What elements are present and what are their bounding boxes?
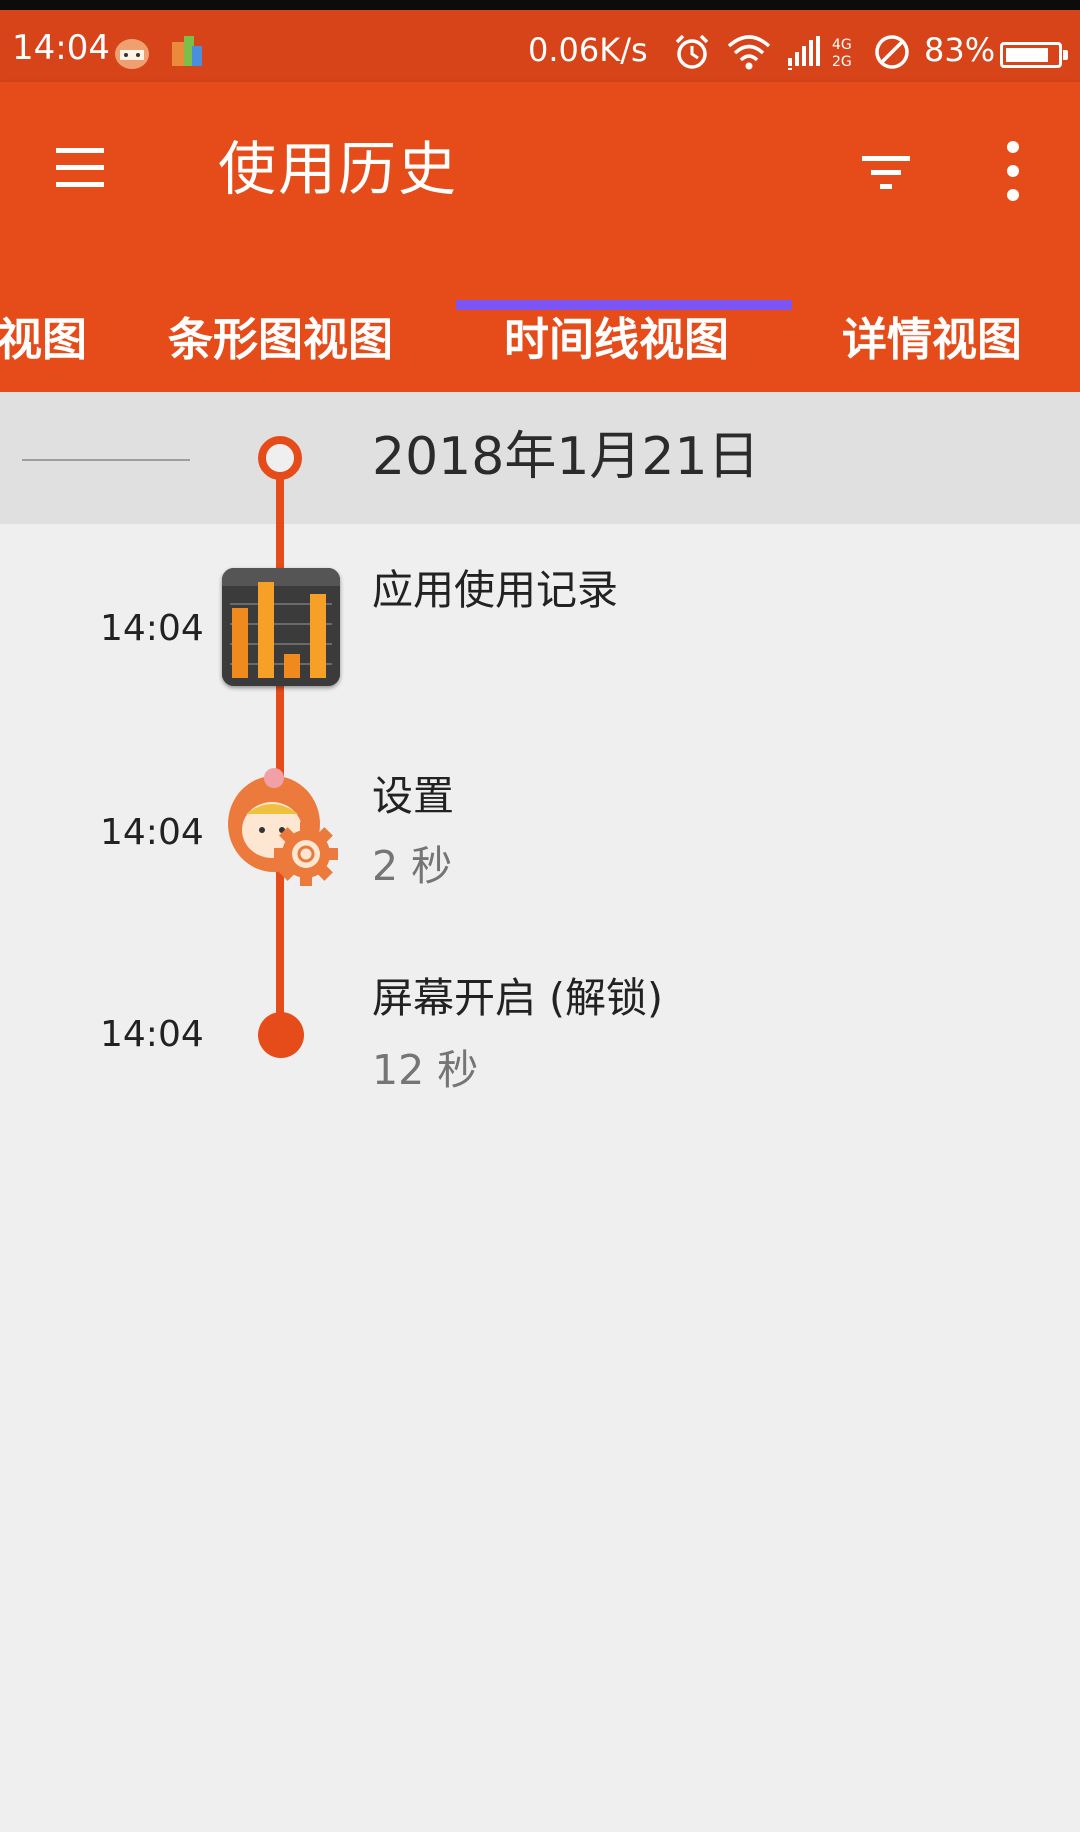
app-notification-icon — [172, 36, 202, 66]
battery-icon — [1000, 42, 1068, 68]
event-duration: 12 秒 — [372, 1046, 479, 1094]
umaru-notification-icon — [115, 39, 149, 69]
filter-icon[interactable] — [858, 142, 918, 202]
tab-bar-chart-view[interactable]: 条形图视图 — [168, 272, 393, 392]
app-bar: 使用历史 视图 条形图视图 时间线视图 详情视图 — [0, 82, 1080, 392]
event-time: 14:04 — [100, 812, 204, 853]
timeline-line — [276, 462, 284, 1032]
tab-details-view[interactable]: 详情视图 — [842, 272, 1022, 392]
date-label: 2018年1月21日 — [372, 427, 760, 487]
net-speed: 0.06K/s — [528, 31, 648, 69]
event-time: 14:04 — [100, 608, 204, 649]
tab-view-partial[interactable]: 视图 — [0, 272, 87, 392]
more-vert-icon[interactable] — [996, 137, 1032, 207]
event-title: 设置 — [372, 772, 454, 820]
wifi-icon — [727, 35, 771, 70]
event-title: 屏幕开启 (解锁) — [372, 974, 664, 1022]
tab-bar: 视图 条形图视图 时间线视图 详情视图 — [0, 272, 1080, 392]
battery-percent: 83% — [924, 31, 996, 69]
do-not-disturb-icon — [875, 35, 909, 69]
battery-nub — [1063, 50, 1068, 60]
tab-indicator — [456, 300, 792, 310]
event-title: 应用使用记录 — [372, 566, 618, 614]
screen-on-dot — [258, 1012, 304, 1058]
event-time: 14:04 — [100, 1014, 204, 1055]
page-title: 使用历史 — [218, 135, 459, 203]
battery-fill — [1006, 48, 1048, 62]
settings-icon[interactable] — [224, 764, 342, 894]
date-header: 2018年1月21日 — [0, 392, 1080, 524]
top-strip — [0, 0, 1080, 10]
divider — [22, 459, 190, 461]
menu-icon[interactable] — [48, 142, 112, 196]
svg-text:4G: 4G — [832, 37, 852, 53]
timeline-start-ring — [258, 436, 302, 480]
signal-4g-2g-icon: 4G 2G — [788, 36, 852, 70]
event-duration: 2 秒 — [372, 842, 453, 890]
status-bar: 14:04 0.06K/s 4G 2G 83% — [0, 10, 1080, 82]
app-usage-icon[interactable] — [222, 568, 340, 686]
alarm-icon — [675, 34, 709, 69]
svg-text:2G: 2G — [832, 54, 852, 70]
tab-timeline-view[interactable]: 时间线视图 — [504, 272, 729, 392]
status-time: 14:04 — [12, 28, 110, 68]
